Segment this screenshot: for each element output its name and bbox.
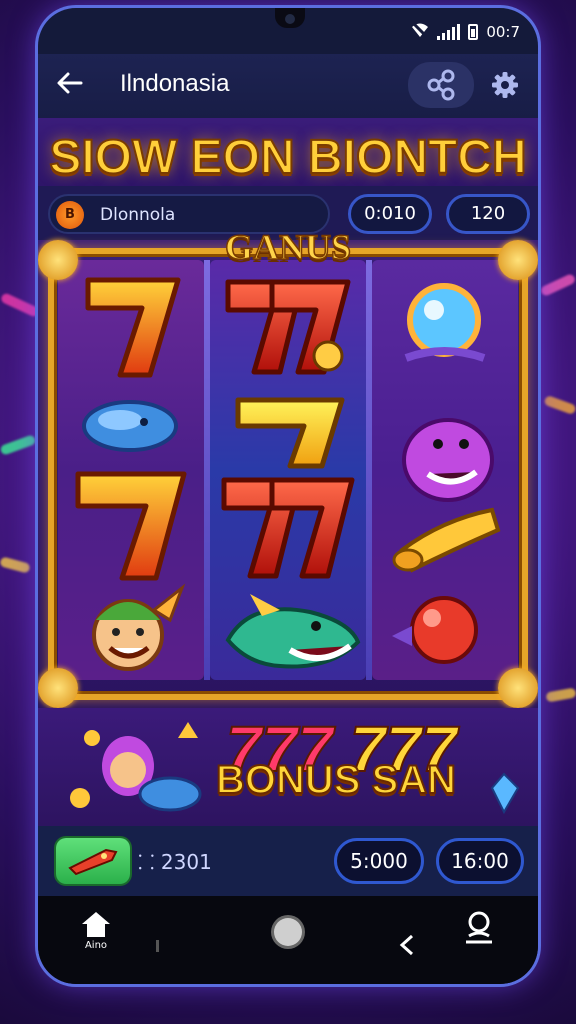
bonus-label: BONUS SAN xyxy=(215,757,457,803)
share-button[interactable] xyxy=(408,62,474,108)
frame-ornament xyxy=(38,240,78,280)
balance-label: ⸬ 2301 xyxy=(138,850,212,874)
navigation-bar: Aino xyxy=(38,896,538,984)
chevron-left-icon xyxy=(399,934,414,956)
username-label: Dlonnola xyxy=(100,205,176,225)
page-title: Ilndonasia xyxy=(120,70,230,97)
nav-home[interactable]: Aino xyxy=(76,910,116,951)
game-title-banner: SIOW EON BIONTCH xyxy=(38,118,538,196)
status-bar: 00:7 xyxy=(411,21,520,42)
nav-profile[interactable] xyxy=(462,910,496,950)
settings-button[interactable] xyxy=(490,70,520,100)
phone-frame: 00:7 Ilndonasia SIOW EON BIONTCH B Dlonn… xyxy=(38,8,538,984)
gem-icon xyxy=(490,772,520,815)
frame-ornament xyxy=(498,240,538,280)
back-button[interactable] xyxy=(52,68,88,104)
bet-display[interactable]: 5:000 xyxy=(334,838,424,884)
level-display: 120 xyxy=(446,194,530,234)
light-streak xyxy=(0,292,41,318)
nav-back-button[interactable] xyxy=(398,934,416,960)
light-streak xyxy=(539,272,576,298)
character-mascot-icon xyxy=(70,722,202,812)
app-bar: Ilndonasia xyxy=(38,54,538,118)
light-streak xyxy=(543,394,576,416)
bonus-banner[interactable]: 777 777 BONUS SAN xyxy=(38,708,538,826)
wifi-off-icon xyxy=(411,21,429,42)
home-icon xyxy=(82,912,110,937)
reel-frame xyxy=(48,248,528,700)
gear-icon xyxy=(492,72,518,98)
signal-icon xyxy=(437,24,461,40)
game-title: SIOW EON BIONTCH xyxy=(48,130,527,185)
light-streak xyxy=(0,556,31,574)
rocket-icon xyxy=(68,848,118,876)
spin-button[interactable] xyxy=(56,838,130,884)
frame-ornament xyxy=(38,668,78,708)
share-icon xyxy=(427,69,455,101)
profile-icon xyxy=(466,911,492,944)
nav-home-label: Aino xyxy=(84,940,108,951)
machine-header: GANUS xyxy=(224,226,352,268)
win-display: 16:00 xyxy=(436,838,524,884)
status-time: 00:7 xyxy=(486,23,520,41)
frame-ornament xyxy=(498,668,538,708)
battery-icon xyxy=(468,24,479,40)
slot-machine: GANUS xyxy=(38,226,538,708)
light-streak xyxy=(545,687,576,703)
nav-dash xyxy=(156,940,171,952)
bottom-controls: ⸬ 2301 5:000 16:00 xyxy=(38,826,538,896)
light-streak xyxy=(0,434,37,456)
arrow-left-icon xyxy=(57,72,83,94)
camera-notch xyxy=(275,8,305,28)
coin-icon: B xyxy=(56,201,84,229)
home-gesture-button[interactable] xyxy=(274,918,302,946)
